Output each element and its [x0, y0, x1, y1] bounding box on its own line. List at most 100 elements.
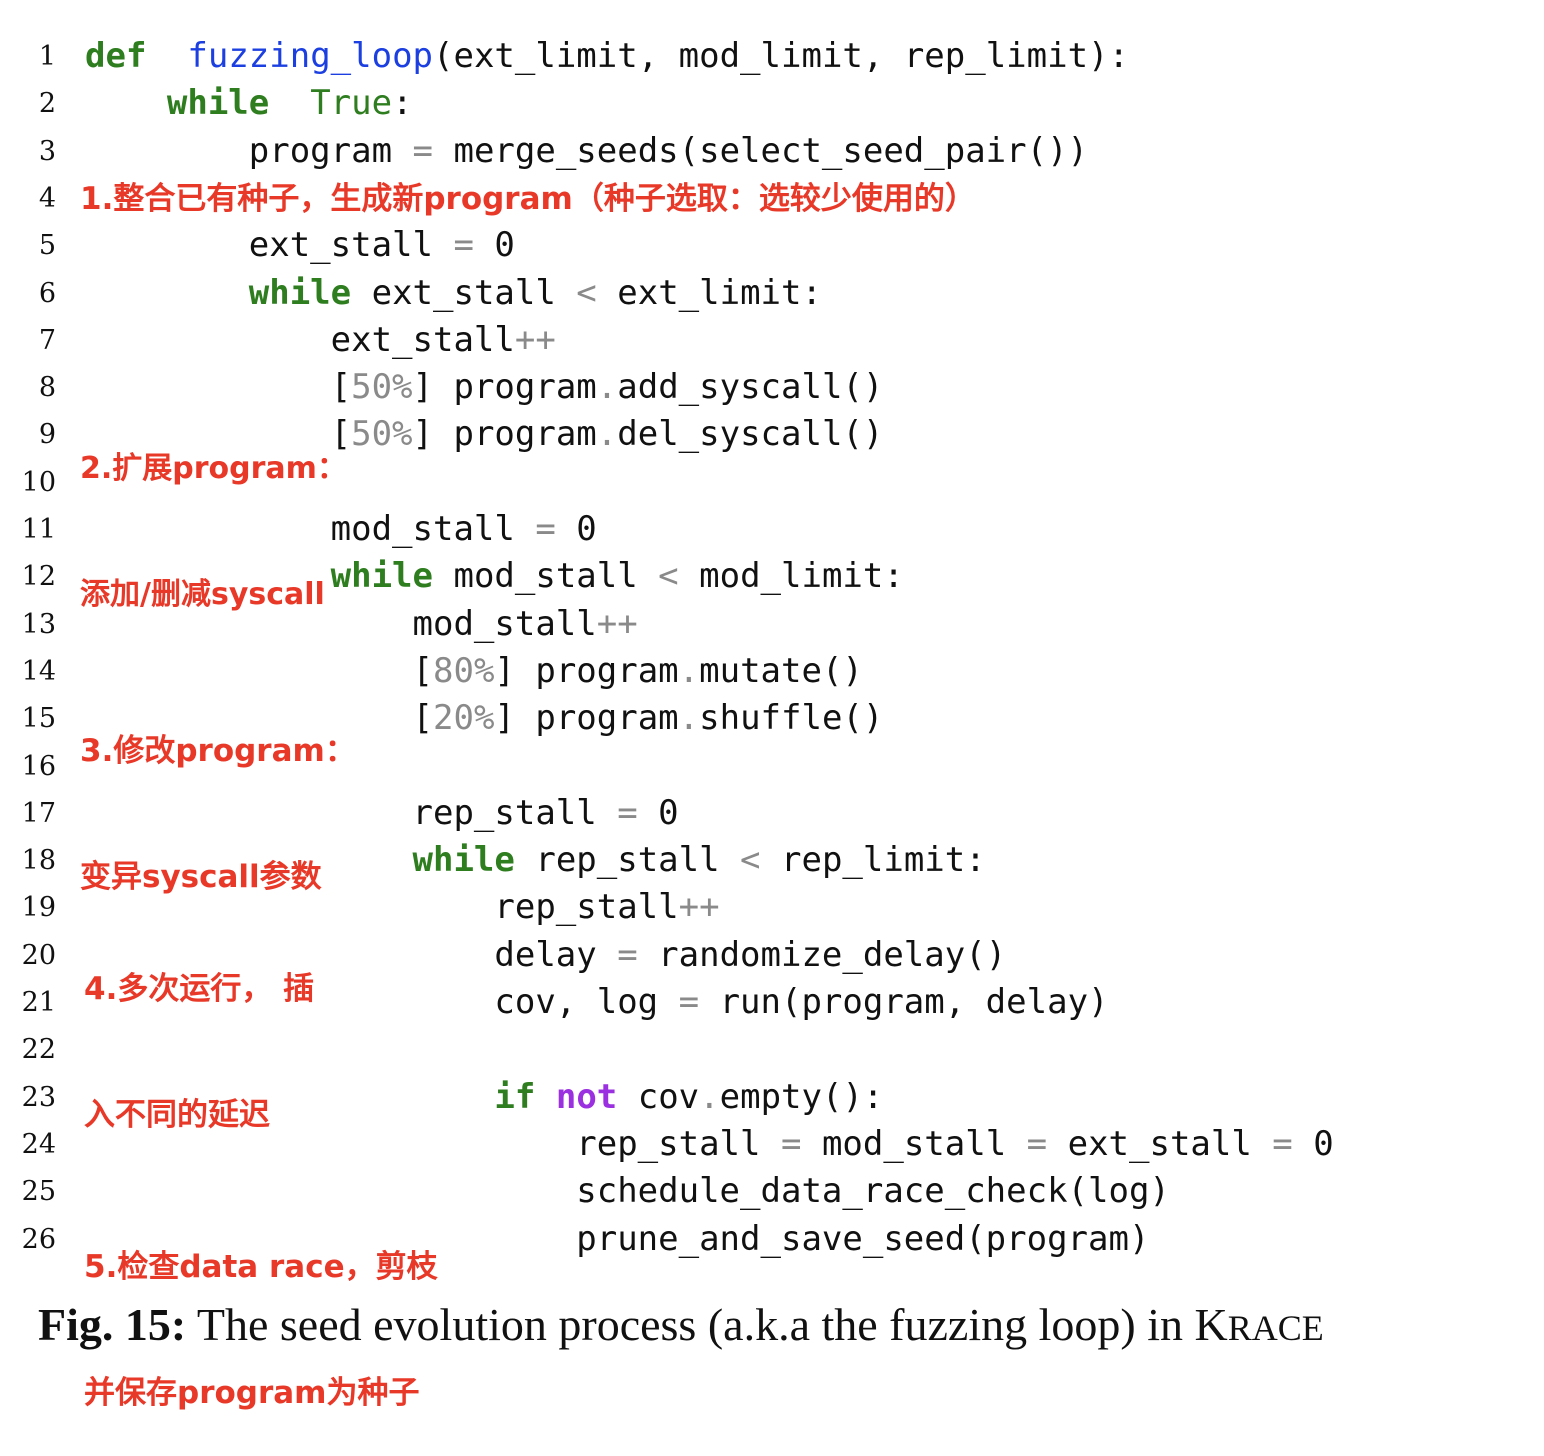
code-token: ext_stall	[351, 272, 577, 313]
code-text: def fuzzing_loop(ext_limit, mod_limit, r…	[85, 33, 1129, 80]
figure-caption: Fig. 15: The seed evolution process (a.k…	[38, 1290, 1528, 1363]
line-number: 11	[21, 514, 56, 545]
code-token: 20%	[433, 698, 495, 739]
line-number: 1	[38, 41, 56, 72]
code-token: 0	[1292, 1123, 1334, 1164]
code-token: shuffle()	[699, 698, 884, 739]
line-number: 12	[21, 561, 56, 593]
code-token: while	[248, 272, 352, 313]
code-token: =	[535, 509, 556, 549]
line-number: 26	[21, 1223, 56, 1255]
line-number: 10	[21, 466, 56, 498]
line-number: 3	[38, 135, 56, 167]
code-token: =	[1026, 1123, 1048, 1164]
line-number: 21	[21, 987, 56, 1018]
code-token: <	[576, 272, 597, 313]
code-token: ++	[514, 319, 556, 360]
code-token: while	[412, 840, 515, 881]
annotation-3-line-1: 3.修改program：	[80, 733, 356, 769]
annotation-1: 1.整合已有种子，生成新program（种子选取：选较少使用的）	[80, 181, 976, 217]
line-number: 5	[38, 230, 56, 262]
annotation-2-line-1: 2.扩展program：	[80, 451, 347, 486]
annotation-5-line-1: 5.检查data race，剪枝	[84, 1249, 438, 1285]
code-token: ext_limit:	[596, 272, 822, 313]
code-token: del_syscall()	[617, 414, 884, 455]
annotation-4-line-1: 4.多次运行， 插	[84, 971, 315, 1007]
code-token: ] program	[494, 698, 679, 739]
code-token: ext_stall	[85, 225, 454, 266]
code-text: ext_stall++	[85, 317, 556, 364]
code-token: rep_limit:	[760, 840, 986, 881]
code-text: while ext_stall < ext_limit:	[85, 270, 822, 317]
line-number: 24	[21, 1128, 56, 1160]
code-token: =	[678, 982, 700, 1022]
code-token: mod_stall	[801, 1123, 1027, 1164]
line-number: 4	[38, 182, 56, 214]
line-number: 6	[38, 277, 56, 309]
code-token: 50%	[351, 414, 413, 455]
code-line: 6 while ext_stall < ext_limit:	[0, 270, 1544, 317]
code-token: mutate()	[699, 650, 863, 691]
code-token: 80%	[433, 650, 495, 691]
line-number: 9	[38, 419, 56, 451]
code-token: not	[555, 1076, 618, 1117]
code-token: cov	[617, 1076, 700, 1117]
code-token: fuzzing_loop	[187, 36, 434, 76]
code-token: .	[678, 698, 700, 739]
caption-text: The seed evolution process (a.k.a the fu…	[186, 1299, 1228, 1350]
code-token: ++	[596, 603, 638, 644]
code-token: randomize_delay()	[637, 934, 1007, 975]
code-token: <	[658, 556, 679, 597]
code-token: True	[310, 83, 393, 124]
line-number: 23	[21, 1081, 56, 1113]
code-line: 2 while True:	[0, 80, 1544, 127]
line-number: 19	[21, 892, 56, 924]
code-token: .	[678, 650, 700, 691]
code-line: 1 def fuzzing_loop(ext_limit, mod_limit, …	[0, 33, 1544, 80]
code-token: =	[453, 225, 474, 266]
code-token: 0	[555, 509, 597, 549]
line-number: 15	[21, 703, 56, 735]
code-token: add_syscall()	[617, 367, 884, 408]
code-token: .	[596, 367, 618, 408]
code-token: rep_stall	[514, 840, 741, 881]
code-token: :	[392, 83, 413, 124]
code-token: ext_stall	[85, 319, 515, 360]
caption-smallcaps: RACE	[1227, 1308, 1324, 1348]
code-token: .	[699, 1076, 720, 1117]
code-token: .	[596, 414, 618, 455]
code-token: ] program	[412, 414, 597, 455]
code-token: <	[740, 840, 761, 881]
code-text: ext_stall = 0	[85, 222, 515, 269]
line-number: 2	[38, 88, 56, 120]
line-number: 22	[21, 1034, 56, 1066]
annotation-2-line-2: 添加/删减syscall	[80, 577, 325, 612]
line-number: 13	[21, 608, 56, 640]
annotation-5-line-2: 并保存program为种子	[84, 1375, 420, 1411]
line-number: 20	[21, 939, 56, 971]
code-token: =	[617, 792, 638, 833]
code-token: ext_stall	[1047, 1123, 1273, 1164]
annotation-2: 2.扩展program： 添加/删减syscall	[80, 364, 347, 658]
code-token: =	[780, 1123, 802, 1164]
code-token: 0	[473, 225, 515, 266]
code-token: merge_seeds(select_seed_pair())	[433, 130, 1089, 171]
code-token: if	[494, 1076, 536, 1117]
line-number: 14	[21, 655, 56, 687]
code-text: program = merge_seeds(select_seed_pair()…	[85, 128, 1088, 175]
code-token: while	[166, 83, 270, 124]
code-line: 7 ext_stall++	[0, 317, 1544, 364]
code-line: 5 ext_stall = 0	[0, 222, 1544, 269]
code-text: while True:	[85, 80, 413, 127]
code-token: ++	[678, 887, 720, 928]
code-token: run(program, delay)	[699, 982, 1109, 1022]
code-token: =	[617, 934, 638, 975]
code-token: mod_limit:	[678, 556, 904, 597]
code-token: (ext_limit, mod_limit, rep_limit):	[433, 36, 1129, 76]
line-number: 18	[21, 845, 56, 877]
